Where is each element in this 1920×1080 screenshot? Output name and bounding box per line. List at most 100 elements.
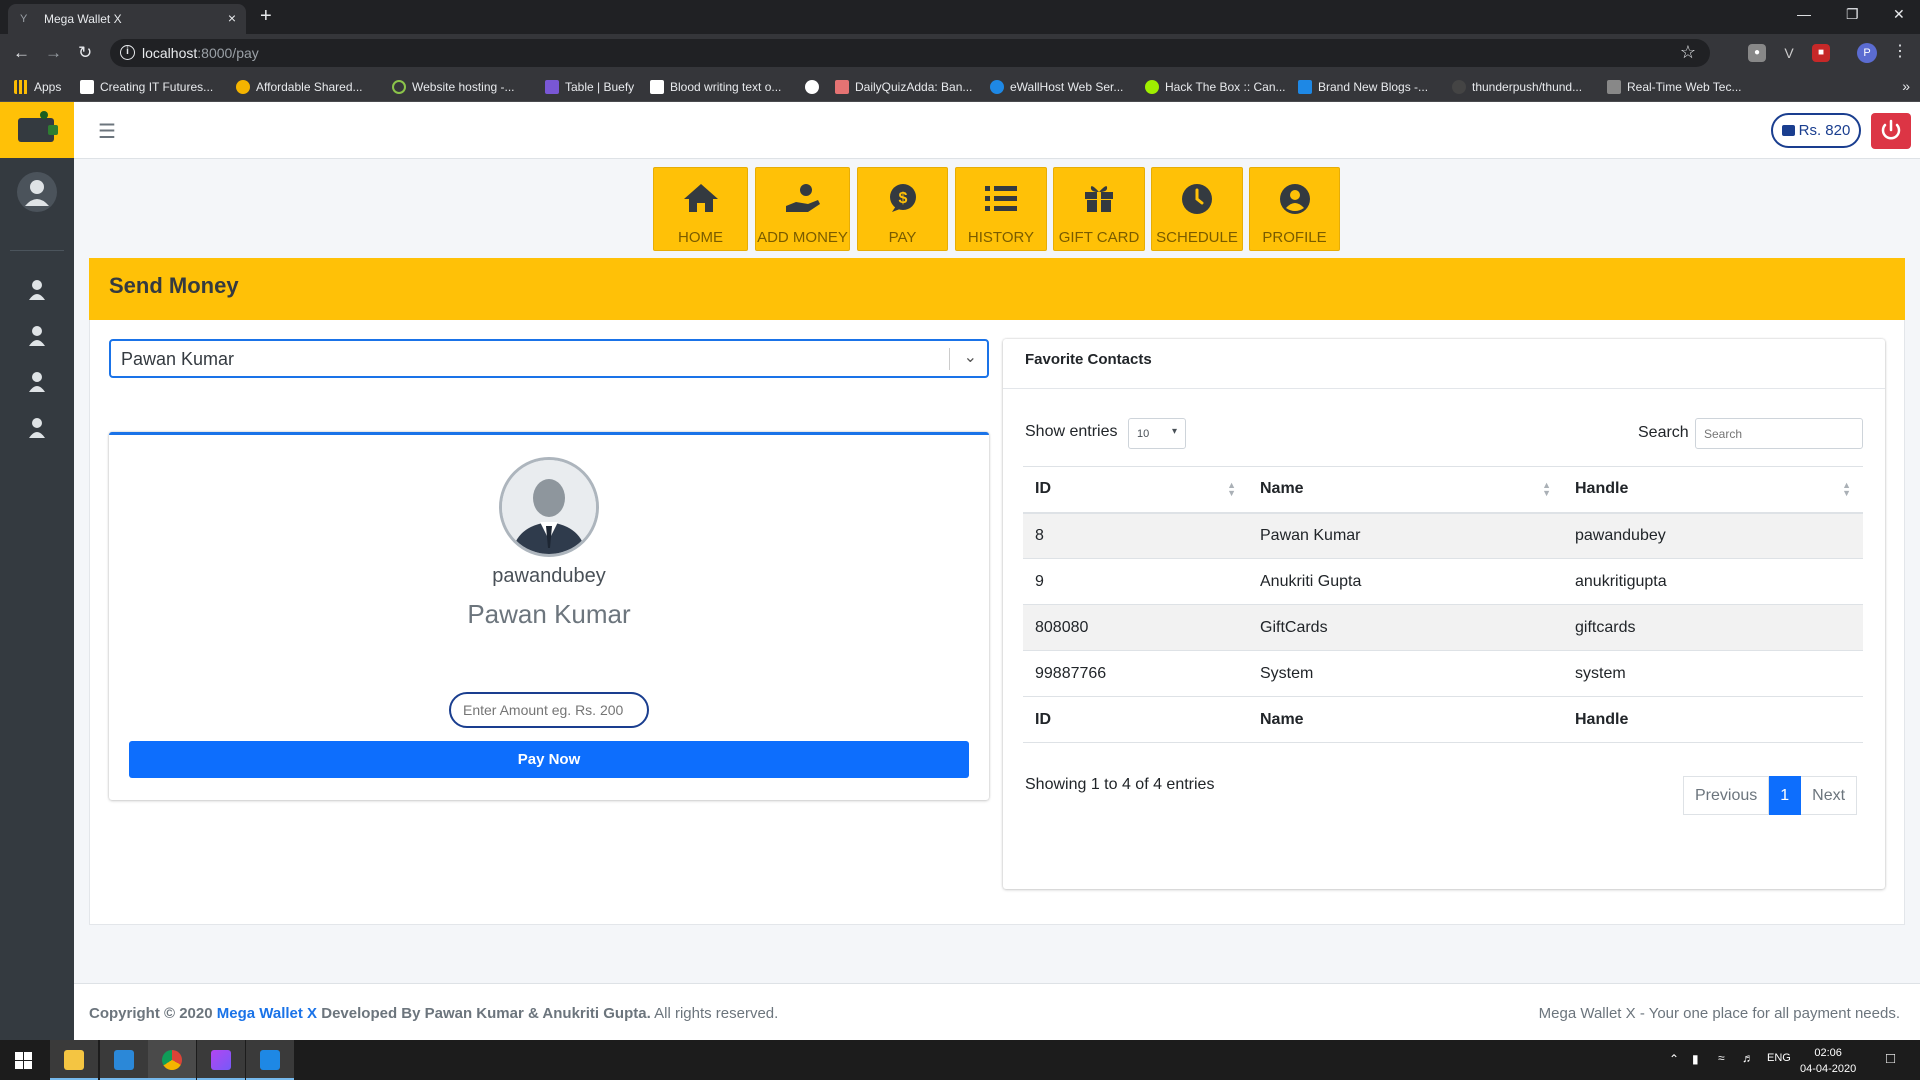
bookmark-item[interactable]: [805, 80, 825, 94]
nav-tile-pay[interactable]: $ PAY: [857, 167, 948, 251]
sidebar-user-avatar[interactable]: [17, 172, 57, 212]
reload-icon[interactable]: ↻: [78, 43, 92, 63]
bookmark-label: Hack The Box :: Can...: [1165, 80, 1286, 94]
sort-icon: ▲ ▼: [1227, 480, 1236, 498]
table-row[interactable]: 9 Anukriti Gupta anukritigupta: [1023, 558, 1863, 605]
send-money-header: Send Money: [89, 258, 1905, 320]
column-header-name[interactable]: Name ▲ ▼: [1248, 466, 1563, 514]
column-header-label: ID: [1035, 480, 1051, 498]
taskbar-app[interactable]: [246, 1040, 294, 1080]
forward-icon[interactable]: →: [45, 43, 62, 63]
entries-select[interactable]: 10 ▾: [1128, 418, 1186, 449]
bookmark-item[interactable]: Website hosting -...: [392, 80, 515, 94]
bookmark-apps[interactable]: Apps: [14, 80, 61, 94]
bookmark-item[interactable]: DailyQuizAdda: Ban...: [835, 80, 972, 94]
contact-select[interactable]: Pawan Kumar ⌄: [109, 339, 989, 378]
sidebar-item-icon[interactable]: [23, 276, 51, 304]
pagination-previous[interactable]: Previous: [1683, 776, 1770, 815]
browser-profile-avatar[interactable]: P: [1857, 43, 1877, 63]
browser-menu-icon[interactable]: ⋮: [1892, 41, 1908, 61]
select-separator: [949, 348, 950, 370]
sidebar-item-icon[interactable]: [23, 368, 51, 396]
wifi-icon[interactable]: ≈: [1718, 1051, 1725, 1065]
bookmark-item[interactable]: Blood writing text o...: [650, 80, 781, 94]
sidebar-item-icon[interactable]: [23, 414, 51, 442]
extension-abp-icon[interactable]: ●: [1748, 44, 1766, 62]
nav-tile-gift-card[interactable]: GIFT CARD: [1053, 167, 1145, 251]
hosting-icon: [236, 80, 250, 94]
bookmark-label: thunderpush/thund...: [1472, 80, 1583, 94]
table-row[interactable]: 8 Pawan Kumar pawandubey: [1023, 512, 1863, 559]
chevron-down-icon[interactable]: ⌄: [964, 347, 977, 367]
restore-icon[interactable]: ❐: [1846, 6, 1859, 23]
bookmark-item[interactable]: Creating IT Futures...: [80, 80, 213, 94]
bookmark-item[interactable]: Hack The Box :: Can...: [1145, 80, 1286, 94]
e-icon: [650, 80, 664, 94]
search-input[interactable]: [1695, 418, 1863, 449]
taskbar-phpstorm[interactable]: [197, 1040, 245, 1080]
column-header-handle[interactable]: Handle ▲ ▼: [1563, 466, 1863, 514]
back-icon[interactable]: ←: [13, 43, 30, 63]
nav-tile-add-money[interactable]: ADD MONEY: [755, 167, 850, 251]
table-row[interactable]: 99887766 System system: [1023, 650, 1863, 697]
pagination-next[interactable]: Next: [1801, 776, 1858, 815]
site-info-icon[interactable]: i: [120, 45, 135, 60]
close-window-icon[interactable]: ✕: [1893, 6, 1905, 23]
new-tab-button[interactable]: +: [260, 5, 272, 28]
bookmark-item[interactable]: eWallHost Web Ser...: [990, 80, 1123, 94]
bookmark-item[interactable]: thunderpush/thund...: [1452, 80, 1582, 94]
amount-input[interactable]: [449, 692, 649, 728]
browser-tab[interactable]: Y Mega Wallet X ×: [8, 4, 246, 34]
table-footer-row: ID Name Handle: [1023, 696, 1863, 743]
folder-icon: [64, 1050, 84, 1070]
taskbar-mail[interactable]: [100, 1040, 148, 1080]
nav-tile-schedule[interactable]: SCHEDULE: [1151, 167, 1243, 251]
brand-logo[interactable]: [0, 102, 74, 158]
nav-tile-history[interactable]: HISTORY: [955, 167, 1047, 251]
hamburger-menu-icon[interactable]: ☰: [98, 119, 116, 144]
tray-chevron-icon[interactable]: ⌃: [1669, 1052, 1679, 1066]
extension-red-icon[interactable]: ■: [1812, 44, 1830, 62]
tab-close-icon[interactable]: ×: [228, 10, 236, 26]
bookmark-star-icon[interactable]: ☆: [1680, 42, 1696, 63]
nav-tile-home[interactable]: HOME: [653, 167, 748, 251]
url-field[interactable]: i localhost:8000/pay ☆: [110, 39, 1710, 67]
cell-name: System: [1248, 650, 1563, 697]
nav-tile-label: HOME: [678, 229, 723, 246]
logout-button[interactable]: [1871, 113, 1911, 149]
battery-icon[interactable]: ▮: [1692, 1052, 1699, 1066]
notifications-icon[interactable]: □: [1886, 1050, 1895, 1067]
minimize-icon[interactable]: —: [1797, 6, 1811, 22]
htb-icon: [1145, 80, 1159, 94]
bookmark-item[interactable]: Brand New Blogs -...: [1298, 80, 1428, 94]
nav-tile-profile[interactable]: PROFILE: [1249, 167, 1340, 251]
bookmarks-overflow-icon[interactable]: »: [1902, 78, 1910, 94]
sidebar-item-icon[interactable]: [23, 322, 51, 350]
footer-brand-link[interactable]: Mega Wallet X: [217, 1005, 317, 1022]
table-row[interactable]: 808080 GiftCards giftcards: [1023, 604, 1863, 651]
nav-tile-label: SCHEDULE: [1156, 229, 1238, 246]
language-indicator[interactable]: ENG: [1767, 1052, 1791, 1064]
cell-name: Anukriti Gupta: [1248, 558, 1563, 605]
table-header-row: ID ▲ ▼ Name ▲ ▼ Handle ▲ ▼: [1023, 466, 1863, 514]
bookmark-item[interactable]: Table | Buefy: [545, 80, 634, 94]
bookmark-item[interactable]: Affordable Shared...: [236, 80, 363, 94]
pagination-page[interactable]: 1: [1769, 776, 1802, 815]
bookmark-label: Brand New Blogs -...: [1318, 80, 1429, 94]
bookmark-item[interactable]: Real-Time Web Tec...: [1607, 80, 1741, 94]
pay-now-button[interactable]: Pay Now: [129, 741, 969, 778]
taskbar-chrome[interactable]: [148, 1040, 196, 1080]
volume-icon[interactable]: ♬: [1742, 1051, 1754, 1065]
taskbar-clock[interactable]: 02:06 04-04-2020: [1800, 1045, 1856, 1077]
taskbar-file-explorer[interactable]: [50, 1040, 98, 1080]
itf-icon: [80, 80, 94, 94]
extension-v-icon[interactable]: V: [1780, 44, 1798, 62]
column-header-id[interactable]: ID ▲ ▼: [1023, 466, 1248, 514]
cell-handle: anukritigupta: [1563, 558, 1863, 605]
user-avatar-icon: [502, 460, 596, 554]
recipient-avatar: [499, 457, 599, 557]
wallet-balance-button[interactable]: Rs. 820: [1771, 113, 1861, 148]
start-button[interactable]: [0, 1040, 48, 1080]
pagination-info: Showing 1 to 4 of 4 entries: [1025, 776, 1215, 793]
pagination: Previous 1 Next: [1683, 776, 1858, 815]
